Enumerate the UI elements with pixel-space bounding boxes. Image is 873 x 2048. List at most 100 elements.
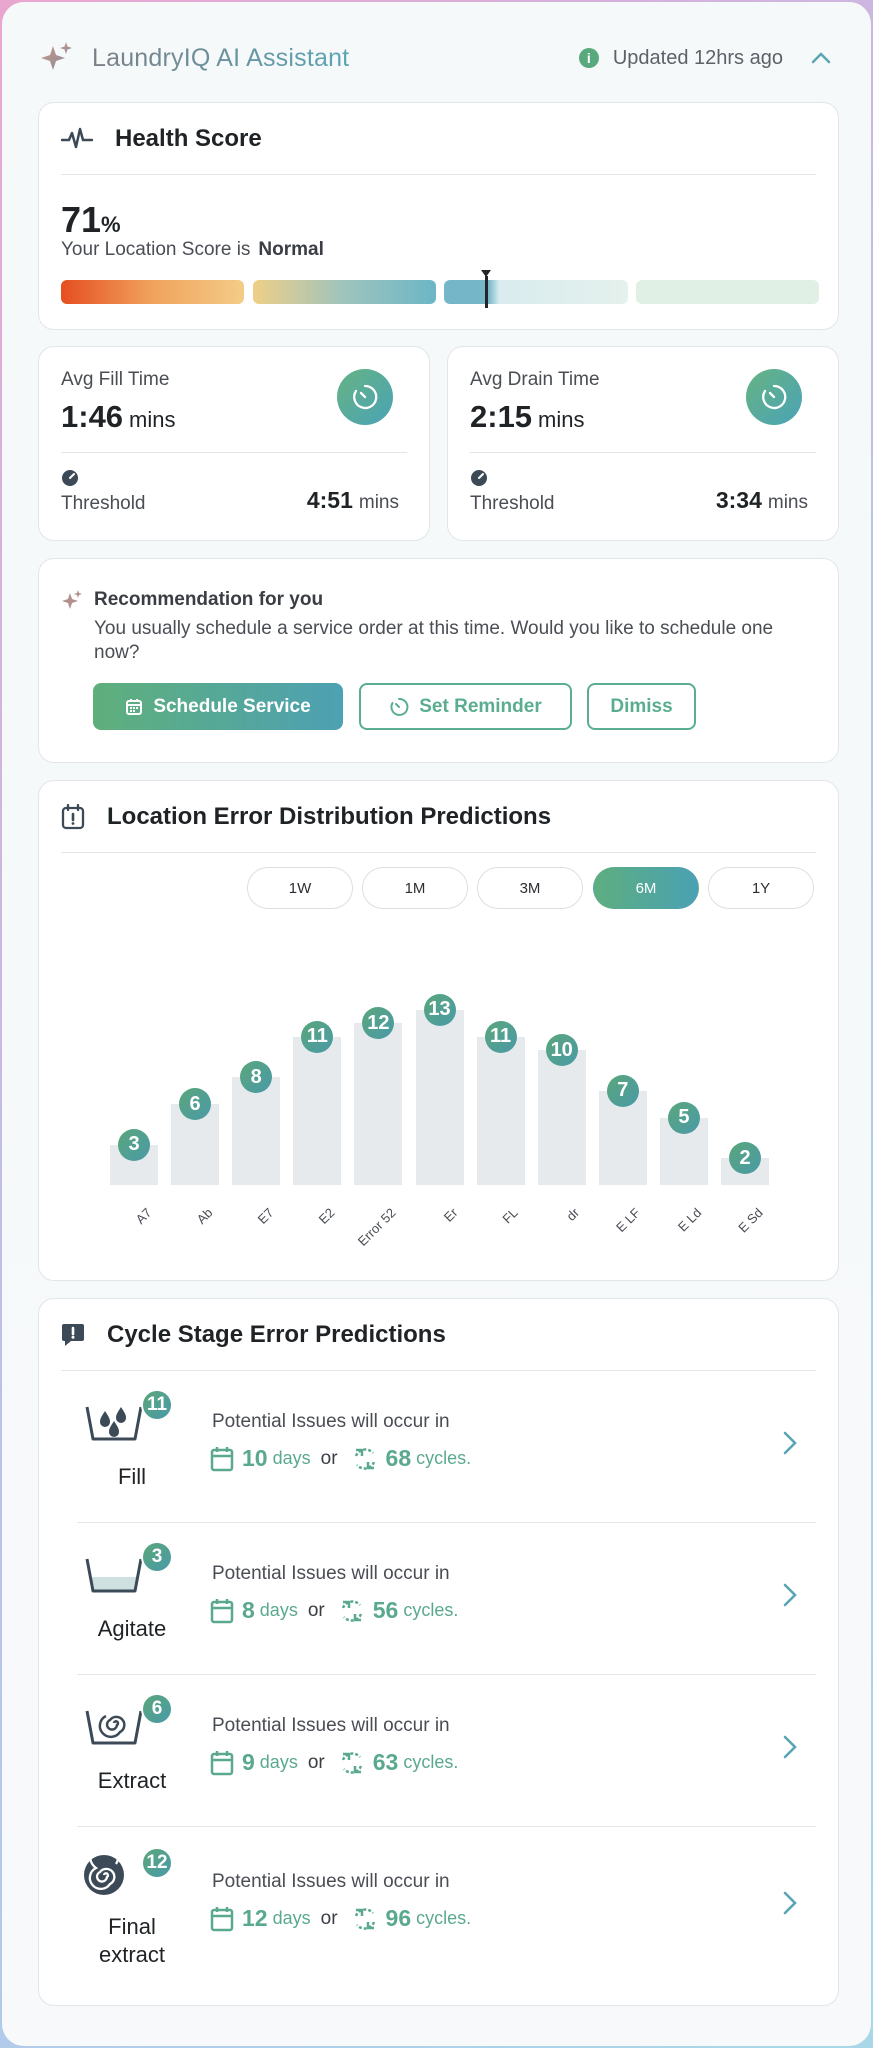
x-tick-label: E2 [316, 1205, 338, 1227]
timer-icon [746, 369, 802, 425]
health-score-label: Health Score [115, 124, 262, 152]
cycles-value: 68 [385, 1445, 412, 1471]
chart-bar [232, 1077, 281, 1185]
drain-value: 2:15 mins [470, 399, 585, 434]
stage-row-agitate[interactable]: 3 Agitate Potential Issues will occur in 8 d… [77, 1523, 816, 1675]
bar-value-label: 5 [667, 1101, 700, 1134]
stage-prediction: 9 days or 63 cycles. [210, 1749, 458, 1776]
info-icon: i [578, 48, 599, 68]
score-segment-4 [636, 280, 819, 304]
schedule-service-button[interactable]: Schedule Service [93, 683, 343, 730]
dismiss-button[interactable]: Dimiss [587, 683, 696, 730]
health-score-subtitle: Your Location Score is Normal [61, 239, 324, 260]
days-unit: days [259, 1752, 298, 1772]
fill-value: 1:46 mins [61, 399, 176, 434]
updated-text: Updated 12hrs ago [612, 46, 783, 69]
score-segment-3 [444, 280, 628, 304]
bar-value-label: 2 [729, 1142, 761, 1174]
bar-value-label: 13 [423, 993, 456, 1026]
days-value: 9 [242, 1749, 255, 1775]
x-tick-label: E7 [254, 1205, 277, 1227]
chart-bar [354, 1023, 403, 1185]
x-tick-label: dr [563, 1205, 583, 1224]
chart-bar [293, 1036, 342, 1185]
chevron-right-icon[interactable] [780, 1429, 800, 1457]
cycles-unit: cycles. [403, 1600, 459, 1620]
chart-bar [537, 1050, 586, 1185]
drain-threshold-value: 3:34 mins [715, 487, 808, 513]
panel-header: LaundryIQ AI Assistant i Updated 12hrs a… [38, 32, 835, 84]
stage-name: Final extract [98, 1914, 166, 1967]
stage-row-fill[interactable]: 11 Fill Potential Issues will occur in 10 da… [77, 1371, 816, 1523]
or-text: or [320, 1447, 338, 1469]
stage-prompt: Potential Issues will occur in [212, 1563, 450, 1584]
score-segment-1 [61, 280, 244, 304]
avg-drain-time-card: Avg Drain Time 2:15 mins Threshold 3:34 mi… [447, 346, 839, 541]
avg-fill-time-card: Avg Fill Time 1:46 mins Threshold 4:51 min… [38, 346, 430, 541]
stage-row-extract[interactable]: 6 Extract Potential Issues will occur in 9 d… [77, 1675, 816, 1827]
days-unit: days [259, 1600, 298, 1620]
bar-value-label: 3 [118, 1128, 150, 1161]
cycle-icon [341, 1599, 362, 1622]
days-value: 12 [242, 1905, 268, 1931]
days-value: 10 [242, 1445, 268, 1471]
stage-count-badge: 3 [141, 1541, 173, 1573]
x-tick-label: Ab [193, 1205, 216, 1227]
health-score-title: Health Score [61, 103, 816, 175]
stage-name: Agitate [97, 1616, 167, 1641]
or-text: or [320, 1907, 338, 1929]
cycle-stage-title: Cycle Stage Error Predictions [61, 1299, 816, 1371]
chevron-right-icon[interactable] [780, 1889, 800, 1917]
sparkle-icon [62, 590, 82, 609]
days-unit: days [272, 1448, 311, 1468]
cycle-stage-label: Cycle Stage Error Predictions [107, 1320, 446, 1348]
fill-threshold-value: 4:51 mins [306, 487, 399, 513]
stage-row-final-extract[interactable]: 12 Final extract Potential Issues will occu… [77, 1827, 816, 2002]
dismiss-label: Dimiss [610, 695, 673, 717]
calendar-icon [210, 1906, 234, 1931]
threshold-label: Threshold [61, 493, 146, 514]
x-tick-label: Error 52 [355, 1205, 400, 1249]
chevron-right-icon[interactable] [780, 1581, 800, 1609]
gauge-icon [62, 470, 78, 486]
schedule-service-label: Schedule Service [153, 695, 311, 717]
calendar-icon [126, 698, 143, 715]
stage-count-badge: 11 [141, 1389, 173, 1421]
stage-name: Extract [97, 1768, 167, 1793]
calendar-icon [210, 1598, 234, 1623]
recommendation-card: Recommendation for you You usually sched… [38, 558, 839, 763]
or-text: or [307, 1751, 325, 1773]
score-marker [481, 270, 491, 308]
alert-message-icon [62, 1323, 84, 1346]
cycle-icon [354, 1907, 375, 1930]
stage-count-badge: 6 [141, 1693, 173, 1725]
stage-count-badge: 12 [141, 1847, 173, 1879]
cycles-value: 96 [385, 1905, 412, 1931]
gauge-icon [471, 470, 487, 486]
chart-bar [415, 1009, 464, 1185]
bar-value-label: 11 [484, 1020, 517, 1053]
bar-value-label: 6 [179, 1088, 212, 1120]
x-tick-label: E LF [613, 1205, 644, 1236]
or-text: or [307, 1599, 325, 1621]
cycles-unit: cycles. [416, 1908, 472, 1928]
panel-title: LaundryIQ AI Assistant [92, 43, 350, 72]
cycles-value: 63 [372, 1749, 399, 1775]
x-tick-label: FL [499, 1205, 522, 1227]
bar-value-label: 8 [240, 1061, 273, 1093]
stage-prompt: Potential Issues will occur in [212, 1411, 450, 1432]
days-unit: days [272, 1908, 311, 1928]
cycles-value: 56 [372, 1597, 399, 1623]
x-tick-label: A7 [132, 1205, 155, 1227]
x-tick-label: E Sd [735, 1205, 766, 1236]
heartbeat-icon [61, 127, 93, 148]
stage-prompt: Potential Issues will occur in [212, 1871, 450, 1892]
timer-icon [337, 369, 393, 425]
chevron-right-icon[interactable] [780, 1733, 800, 1761]
stage-prediction: 8 days or 56 cycles. [210, 1597, 458, 1624]
set-reminder-button[interactable]: Set Reminder [359, 683, 572, 730]
assistant-panel: LaundryIQ AI Assistant i Updated 12hrs a… [2, 2, 871, 2046]
days-value: 8 [242, 1597, 255, 1623]
divider [470, 452, 816, 453]
chevron-up-icon[interactable] [807, 44, 835, 72]
